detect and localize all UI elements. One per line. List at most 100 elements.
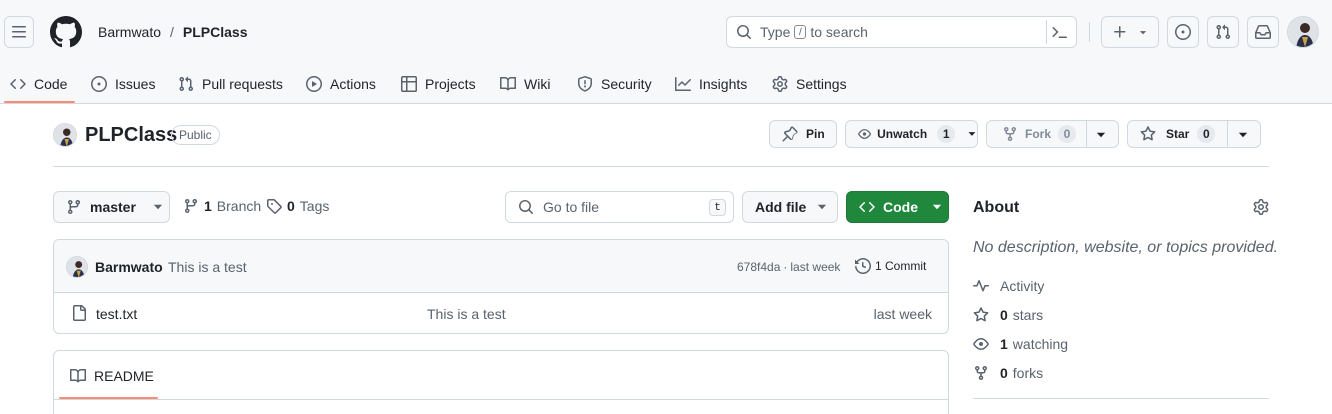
star-label: Star <box>1166 127 1190 141</box>
tab-code-label: Code <box>34 76 68 92</box>
fork-label: Fork <box>1025 127 1052 141</box>
fork-split-divider <box>1086 121 1087 147</box>
star-counter: 0 <box>1197 125 1216 143</box>
code-icon <box>859 201 875 213</box>
file-name[interactable]: test.txt <box>96 306 137 322</box>
tab-insights[interactable]: Insights <box>675 64 747 104</box>
tab-actions-label: Actions <box>330 76 376 92</box>
tags-link[interactable]: 0 Tags <box>266 198 329 214</box>
caret-down-icon <box>818 204 827 210</box>
about-settings-button[interactable] <box>1253 199 1269 215</box>
tab-wiki[interactable]: Wiki <box>500 64 550 104</box>
eye-icon <box>858 129 872 139</box>
about-activity-link[interactable]: Activity <box>973 276 1044 296</box>
history-icon <box>855 258 871 274</box>
fork-dropdown-button[interactable] <box>1095 129 1107 141</box>
create-new-button[interactable] <box>1101 16 1159 48</box>
go-to-file-shortcut: t <box>709 199 726 216</box>
breadcrumb-owner[interactable]: Barmwato <box>98 23 161 41</box>
repo-title[interactable]: PLPClass <box>85 123 177 147</box>
issue-opened-icon <box>1175 24 1191 40</box>
command-palette-button[interactable] <box>1046 20 1072 44</box>
file-icon <box>73 305 86 321</box>
add-file-button[interactable]: Add file <box>742 191 838 223</box>
star-dropdown-button[interactable] <box>1237 129 1249 141</box>
search-shortcut-key: / <box>794 25 807 39</box>
book-icon <box>70 368 86 383</box>
about-activity-label: Activity <box>1000 278 1045 294</box>
branch-name: master <box>90 199 136 215</box>
about-stars-label: stars <box>1012 307 1044 323</box>
unwatch-label: Unwatch <box>877 127 928 141</box>
readme-panel: README <box>53 350 949 414</box>
about-forks-count: 0 <box>1000 365 1008 381</box>
github-mark-icon <box>50 16 82 48</box>
commit-author[interactable]: Barmwato <box>95 259 163 275</box>
git-branch-icon <box>67 200 80 215</box>
tab-projects[interactable]: Projects <box>401 64 476 104</box>
branches-link[interactable]: 1 Branch <box>183 198 261 214</box>
commit-message[interactable]: This is a test <box>168 259 247 275</box>
table-row[interactable]: test.txt This is a test last week <box>54 293 948 333</box>
your-pull-requests-button[interactable] <box>1207 16 1239 48</box>
inbox-icon <box>1255 25 1271 39</box>
pulse-icon <box>973 280 989 292</box>
git-branch-icon <box>184 199 197 214</box>
branch-count: 1 <box>204 198 212 214</box>
file-commit-time: last week <box>873 306 932 322</box>
fork-counter: 0 <box>1058 125 1077 143</box>
tab-code[interactable]: Code <box>10 64 67 104</box>
tag-icon <box>267 199 282 214</box>
tag-count-label: Tags <box>299 198 330 214</box>
tab-issues[interactable]: Issues <box>91 64 155 104</box>
tab-security[interactable]: Security <box>577 64 652 104</box>
commit-author-avatar[interactable] <box>66 256 88 278</box>
readme-divider <box>54 399 948 400</box>
about-forks-label: forks <box>1012 365 1044 381</box>
branch-select-button[interactable]: master <box>53 191 170 223</box>
pin-button[interactable]: Pin <box>769 120 837 148</box>
about-watching-label: watching <box>1012 336 1069 352</box>
breadcrumb-repo[interactable]: PLPClass <box>183 23 248 41</box>
user-avatar[interactable] <box>1287 16 1319 48</box>
eye-icon <box>973 338 989 350</box>
breadcrumb-separator: / <box>170 24 174 40</box>
github-logo[interactable] <box>50 16 82 48</box>
search-input[interactable]: Type / to search <box>726 16 1077 48</box>
commit-history-link[interactable]: 1 Commit <box>855 258 926 274</box>
file-commit-message[interactable]: This is a test <box>427 306 506 322</box>
star-icon <box>973 307 989 322</box>
commit-hash[interactable]: 678f4da <box>737 260 780 274</box>
plus-icon <box>1114 26 1126 38</box>
about-forks-link[interactable]: 0 forks <box>973 363 1043 383</box>
readme-tab[interactable]: README <box>70 368 154 384</box>
your-issues-button[interactable] <box>1167 16 1199 48</box>
tab-actions[interactable]: Actions <box>306 64 376 104</box>
caret-down-icon <box>1140 31 1147 35</box>
caret-down-icon <box>968 132 976 136</box>
about-watching-link[interactable]: 1 watching <box>973 334 1068 354</box>
add-file-label: Add file <box>755 199 807 215</box>
book-icon <box>500 76 516 91</box>
search-placeholder: Type / to search <box>760 24 868 40</box>
readme-label: README <box>94 368 154 384</box>
pull-request-icon <box>1216 24 1231 40</box>
gear-icon <box>772 76 788 92</box>
owner-avatar[interactable] <box>53 123 77 147</box>
about-watching-count: 1 <box>1000 336 1008 352</box>
tab-pull-requests[interactable]: Pull requests <box>178 64 283 104</box>
graph-icon <box>675 77 691 91</box>
about-stars-link[interactable]: 0 stars <box>973 305 1043 325</box>
tab-settings[interactable]: Settings <box>772 64 847 104</box>
go-to-file-input[interactable]: Go to file t <box>505 191 734 223</box>
unwatch-button[interactable]: Unwatch 1 <box>845 120 978 148</box>
menu-button[interactable] <box>4 16 34 48</box>
fork-icon <box>975 366 987 381</box>
code-dropdown-button[interactable]: Code <box>846 191 949 223</box>
star-icon <box>1140 126 1156 141</box>
notifications-button[interactable] <box>1247 16 1279 48</box>
tab-wiki-label: Wiki <box>524 76 551 92</box>
star-split-divider <box>1227 121 1228 147</box>
tab-insights-label: Insights <box>699 76 748 92</box>
search-placeholder-prefix: Type <box>760 24 791 40</box>
